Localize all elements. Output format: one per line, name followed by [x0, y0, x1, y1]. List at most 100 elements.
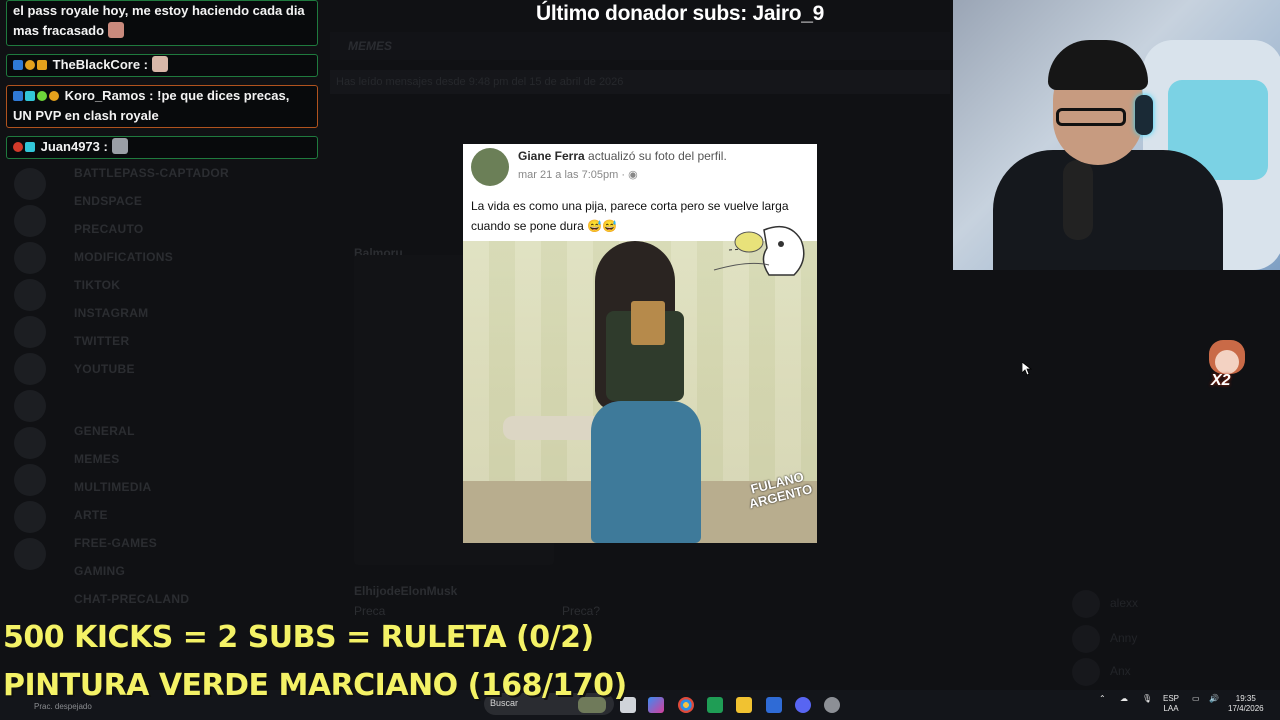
server-icon[interactable]: [14, 464, 46, 496]
badge-icon: [49, 91, 59, 101]
badge-icon: [13, 142, 23, 152]
chevron-up-icon[interactable]: ⌃: [1099, 694, 1106, 704]
clock[interactable]: 19:35 17/4/2026: [1228, 694, 1264, 714]
rage-comic-icon: [713, 225, 805, 276]
streamer-hair: [1048, 40, 1148, 90]
server-icon[interactable]: [14, 353, 46, 385]
kicks-goal: 500 KICKS = 2 SUBS = RULETA (0/2): [3, 620, 594, 655]
discord-icon[interactable]: [795, 697, 811, 713]
excel-icon[interactable]: [707, 697, 723, 713]
channel-item[interactable]: MULTIMEDIA: [74, 480, 151, 500]
wifi-icon[interactable]: ▭: [1192, 694, 1200, 704]
badge-icon: [37, 91, 47, 101]
channel-item[interactable]: TIKTOK: [74, 278, 120, 298]
mouse-cursor-icon: [1022, 362, 1032, 376]
channel-item[interactable]: ENDSPACE: [74, 194, 142, 214]
member-name[interactable]: Anny: [1110, 631, 1137, 645]
channel-item[interactable]: PRECAUTO: [74, 222, 144, 242]
channel-item[interactable]: YOUTUBE: [74, 362, 135, 382]
badge-icon: [37, 60, 47, 70]
emote-icon: [108, 22, 125, 38]
webcam: [953, 0, 1280, 270]
headset-icon: [1135, 95, 1153, 135]
channel-item[interactable]: MODIFICATIONS: [74, 250, 173, 270]
message-author[interactable]: ElhijodeElonMusk: [354, 584, 457, 598]
server-icon[interactable]: [14, 501, 46, 533]
volume-icon[interactable]: 🔊: [1209, 694, 1219, 704]
chat-message: Koro_Ramos : !pe que dices precas, UN PV…: [6, 85, 318, 128]
clock-time: 19:35: [1235, 694, 1256, 703]
app-icon[interactable]: [824, 697, 840, 713]
badge-icon: [13, 60, 23, 70]
channel-item[interactable]: TWITTER: [74, 334, 129, 354]
post-date: mar 21 a las 7:05pm · ◉: [518, 168, 638, 181]
server-icon[interactable]: [14, 427, 46, 459]
last-donor-label: Último donador subs: Jairo_9: [536, 2, 824, 25]
avatar[interactable]: [1072, 625, 1100, 653]
member-name[interactable]: Anx: [1110, 664, 1131, 678]
microphone-tray-icon[interactable]: 🎙: [1142, 694, 1152, 704]
store-icon[interactable]: [766, 697, 782, 713]
channel-item[interactable]: GENERAL: [74, 424, 135, 444]
server-icon[interactable]: [14, 205, 46, 237]
server-icon[interactable]: [14, 316, 46, 348]
sticker-face: [1215, 350, 1239, 374]
message-text: Preca: [354, 604, 386, 618]
chat-username[interactable]: Koro_Ramos :: [65, 88, 154, 103]
server-icon[interactable]: [14, 538, 46, 570]
unread-notice[interactable]: Has leído mensajes desde 9:48 pm del 15 …: [330, 70, 950, 94]
copilot-icon[interactable]: [648, 697, 664, 713]
channel-item[interactable]: MEMES: [74, 452, 120, 472]
channel-item[interactable]: FREE-GAMES: [74, 536, 157, 556]
phone: [631, 301, 665, 345]
channel-item[interactable]: INSTAGRAM: [74, 306, 148, 326]
clock-date: 17/4/2026: [1228, 704, 1264, 713]
globe-icon: ◉: [628, 169, 638, 181]
weather-label[interactable]: Prac. despejado: [34, 702, 92, 711]
chat-username[interactable]: Juan4973 :: [41, 139, 108, 154]
message-text: Preca?: [562, 604, 601, 618]
chat-message: Juan4973 :: [6, 136, 318, 159]
streamer-body: [993, 150, 1223, 270]
badge-icon: [25, 91, 35, 101]
channel-header: MEMES: [330, 32, 950, 60]
channel-item[interactable]: GAMING: [74, 564, 125, 584]
meme-image[interactable]: Giane Ferra actualizó su foto del perfil…: [463, 144, 817, 543]
language-top: ESP: [1163, 694, 1180, 703]
post-author-name: Giane Ferra: [518, 149, 585, 163]
channel-item[interactable]: CHAT-PRECALAND: [74, 592, 189, 612]
chat-message: TheBlackCore :: [6, 54, 318, 77]
glasses: [1056, 108, 1126, 126]
server-icon[interactable]: [14, 279, 46, 311]
avatar: [471, 148, 509, 186]
chat-message-text: el pass royale hoy, me estoy haciendo ca…: [13, 3, 305, 38]
paint-goal: PINTURA VERDE MARCIANO (168/170): [3, 668, 627, 703]
chrome-icon[interactable]: [678, 697, 694, 713]
language-indicator[interactable]: ESP LAA: [1163, 694, 1179, 714]
channel-item[interactable]: ARTE: [74, 508, 108, 528]
badge-icon: [13, 91, 23, 101]
channel-item[interactable]: BATTLEPASS-CAPTADOR: [74, 166, 229, 186]
channel-list: BATTLEPASS-CAPTADOR ENDSPACE PRECAUTO MO…: [62, 150, 322, 620]
unread-notice-text: Has leído mensajes desde 9:48 pm del 15 …: [336, 76, 624, 88]
jeans: [591, 401, 701, 543]
badge-icon: [25, 60, 35, 70]
chat-message: el pass royale hoy, me estoy haciendo ca…: [6, 0, 318, 46]
badge-icon: [25, 142, 35, 152]
avatar[interactable]: [1072, 658, 1100, 686]
microphone-icon: [1063, 160, 1093, 240]
network-icon[interactable]: ☁: [1120, 694, 1128, 704]
emote-icon: [111, 138, 128, 154]
member-name[interactable]: alexx: [1110, 596, 1138, 610]
post-action: actualizó su foto del perfil.: [588, 149, 727, 163]
post-author: Giane Ferra actualizó su foto del perfil…: [518, 149, 727, 163]
channel-title: MEMES: [348, 39, 393, 53]
chat-username[interactable]: TheBlackCore :: [53, 57, 148, 72]
server-icon[interactable]: [14, 242, 46, 274]
post-date-text: mar 21 a las 7:05pm ·: [518, 169, 629, 181]
server-icon[interactable]: [14, 168, 46, 200]
server-icon[interactable]: [14, 390, 46, 422]
x2-sticker: X2: [1205, 340, 1249, 392]
avatar[interactable]: [1072, 590, 1100, 618]
file-explorer-icon[interactable]: [736, 697, 752, 713]
